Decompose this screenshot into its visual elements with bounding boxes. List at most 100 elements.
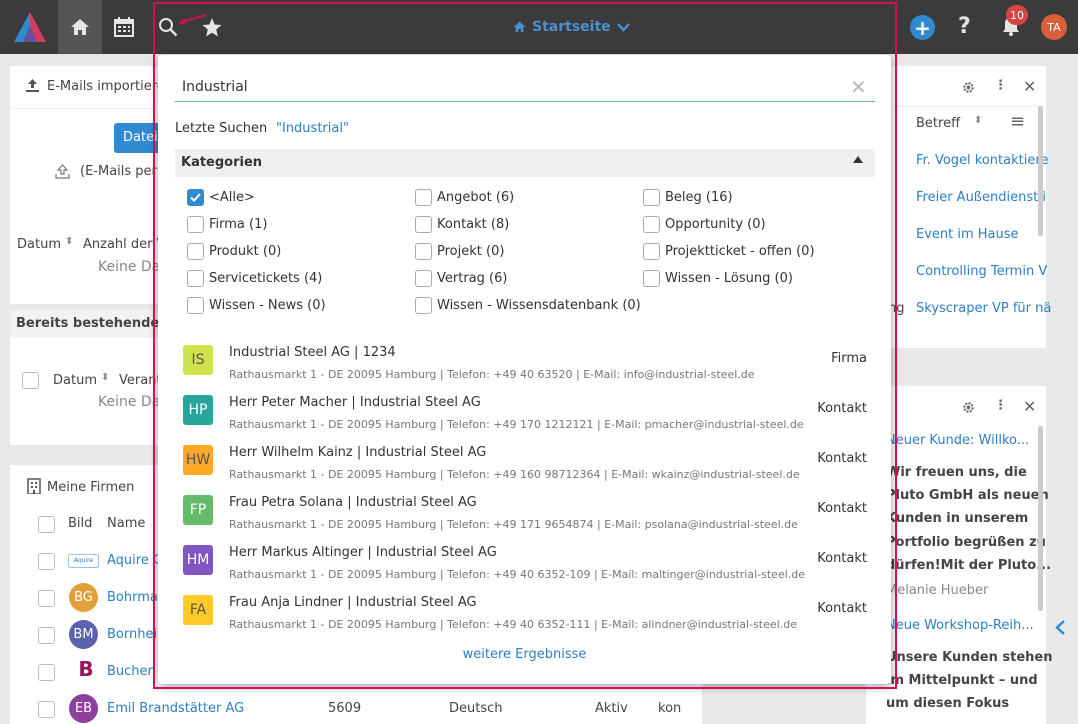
row-checkbox[interactable] [38, 553, 55, 570]
search-dialog: Industrial ✕ Letzte Suchen "Industrial" … [158, 55, 891, 684]
category-all[interactable]: <Alle> [187, 189, 255, 206]
checkbox-checked[interactable] [187, 189, 204, 206]
category-projektticket[interactable]: Projektticket - offen (0) [643, 243, 815, 260]
close-icon[interactable]: ✕ [1023, 77, 1036, 96]
checkbox[interactable] [643, 189, 660, 206]
search-button[interactable] [146, 0, 190, 54]
search-result[interactable]: HP Herr Peter Macher | Industrial Steel … [183, 395, 873, 441]
clear-search-icon[interactable]: ✕ [850, 75, 867, 99]
annotation-arrow-icon [178, 14, 207, 25]
col-name[interactable]: Name [107, 516, 145, 531]
page-switcher[interactable]: Startseite [513, 0, 630, 54]
gear-icon[interactable] [962, 81, 975, 94]
checkbox[interactable] [415, 270, 432, 287]
checkbox[interactable] [187, 297, 204, 314]
more-vertical-icon[interactable]: ⋮ [994, 398, 1007, 413]
row-checkbox[interactable] [38, 664, 55, 681]
checkbox[interactable] [415, 297, 432, 314]
checkbox[interactable] [643, 216, 660, 233]
checkbox[interactable] [187, 270, 204, 287]
task-link[interactable]: Controlling Termin V [916, 264, 1047, 279]
category-vertrag[interactable]: Vertrag (6) [415, 270, 507, 287]
home-button[interactable] [58, 0, 102, 54]
add-button[interactable]: + [910, 15, 935, 40]
task-link[interactable]: Skyscraper VP für nä [916, 301, 1051, 316]
firms-card-title: Meine Firmen [47, 480, 135, 495]
checkbox[interactable] [643, 270, 660, 287]
category-firma[interactable]: Firma (1) [187, 216, 267, 233]
col-subject[interactable]: Betreff [916, 116, 960, 131]
row-checkbox[interactable] [38, 627, 55, 644]
firm-logo-bucher: B [78, 657, 94, 681]
select-all-checkbox[interactable] [22, 372, 39, 389]
category-beleg[interactable]: Beleg (16) [643, 189, 733, 206]
category-kontakt[interactable]: Kontakt (8) [415, 216, 509, 233]
result-type: Kontakt [817, 401, 867, 416]
search-result[interactable]: HM Herr Markus Altinger | Industrial Ste… [183, 545, 873, 591]
checkbox[interactable] [415, 189, 432, 206]
app-logo[interactable] [14, 12, 46, 42]
checkbox[interactable] [415, 243, 432, 260]
category-servicetickets[interactable]: Servicetickets (4) [187, 270, 322, 287]
category-wissen-news[interactable]: Wissen - News (0) [187, 297, 326, 314]
news-author: Melanie Hueber [886, 583, 989, 598]
help-button[interactable]: ? [958, 14, 971, 39]
checkbox[interactable] [415, 216, 432, 233]
row-checkbox[interactable] [38, 590, 55, 607]
category-angebot[interactable]: Angebot (6) [415, 189, 514, 206]
scrollbar[interactable] [1038, 106, 1043, 236]
sort-icon[interactable]: ⬍ [974, 115, 982, 126]
calendar-button[interactable] [102, 0, 146, 54]
search-result[interactable]: IS Industrial Steel AG | 1234 Rathausmar… [183, 345, 873, 391]
col-count[interactable]: Anzahl der V [83, 237, 166, 252]
search-input[interactable]: Industrial [182, 79, 248, 95]
news-title-link[interactable]: Neue Workshop-Reih... [886, 618, 1034, 633]
upload-icon [26, 79, 39, 92]
more-vertical-icon[interactable]: ⋮ [994, 78, 1007, 93]
recent-search-link[interactable]: "Industrial" [276, 121, 349, 136]
category-wissen-loesung[interactable]: Wissen - Lösung (0) [643, 270, 793, 287]
file-upload-button[interactable]: Datei [114, 123, 160, 153]
category-label: Servicetickets (4) [209, 271, 323, 286]
sort-icon[interactable]: ⬍ [101, 372, 109, 383]
user-avatar[interactable]: TA [1041, 14, 1067, 40]
chevron-left-icon[interactable] [1055, 620, 1066, 635]
firm-name-link[interactable]: Aquire G [107, 553, 163, 568]
news-title-link[interactable]: Neuer Kunde: Willko... [886, 433, 1029, 448]
sort-icon[interactable]: ⬍ [65, 236, 73, 247]
categories-header[interactable]: Kategorien [175, 149, 875, 177]
more-results-link[interactable]: weitere Ergebnisse [158, 647, 891, 662]
checkbox[interactable] [187, 243, 204, 260]
close-icon[interactable]: ✕ [1023, 397, 1036, 416]
task-link[interactable]: Event im Hause [916, 227, 1019, 242]
scrollbar[interactable] [1038, 426, 1043, 611]
search-result[interactable]: FA Frau Anja Lindner | Industrial Steel … [183, 595, 873, 641]
search-result[interactable]: HW Herr Wilhelm Kainz | Industrial Steel… [183, 445, 873, 491]
list-menu-icon[interactable]: ≡ [1010, 111, 1025, 132]
news-body: Kunden in unserem [886, 511, 1029, 526]
result-avatar: HW [183, 445, 213, 475]
task-link[interactable]: Fr. Vogel kontaktiere [916, 153, 1048, 168]
result-subtitle: Rathausmarkt 1 - DE 20095 Hamburg | Tele… [229, 618, 797, 631]
search-result[interactable]: FP Frau Petra Solana | Industrial Steel … [183, 495, 873, 541]
row-checkbox[interactable] [38, 701, 55, 718]
firm-name-link[interactable]: Bornhei [107, 627, 157, 642]
firm-name-link[interactable]: Emil Brandstätter AG [107, 701, 244, 716]
checkbox[interactable] [187, 216, 204, 233]
checkbox[interactable] [643, 243, 660, 260]
category-wissensdatenbank[interactable]: Wissen - Wissensdatenbank (0) [415, 297, 641, 314]
category-label: Produkt (0) [209, 244, 282, 259]
gear-icon[interactable] [962, 401, 975, 414]
col-date[interactable]: Datum [17, 237, 61, 252]
search-input-underline [175, 101, 875, 102]
category-produkt[interactable]: Produkt (0) [187, 243, 281, 260]
select-all-firms-checkbox[interactable] [38, 516, 55, 533]
favorites-button[interactable] [190, 0, 234, 54]
col-responsible[interactable]: Verant [119, 373, 162, 388]
firm-name-link[interactable]: Bucher [107, 664, 153, 679]
category-opportunity[interactable]: Opportunity (0) [643, 216, 766, 233]
firm-name-link[interactable]: Bohrmar [107, 590, 163, 605]
task-link[interactable]: Freier Außendienst i [916, 190, 1046, 205]
category-projekt[interactable]: Projekt (0) [415, 243, 504, 260]
col-date-2[interactable]: Datum [53, 373, 97, 388]
